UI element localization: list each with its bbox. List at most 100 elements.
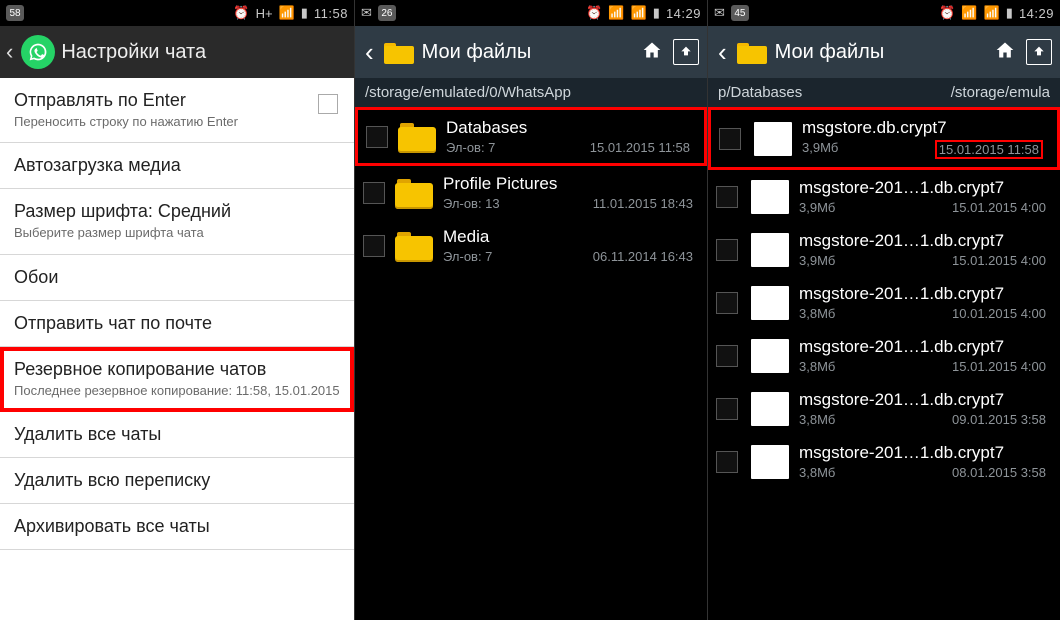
file-icon	[751, 339, 789, 373]
notification-badge: 58	[6, 5, 24, 21]
folder-row[interactable]: Profile Pictures Эл-ов: 1311.01.2015 18:4…	[355, 166, 707, 219]
file-name: msgstore.db.crypt7	[802, 118, 1043, 138]
alarm-icon: ⏰	[939, 5, 955, 21]
notification-badge: 45	[731, 5, 749, 21]
file-meta: msgstore-201…1.db.crypt73,8Мб08.01.2015 …	[799, 443, 1050, 480]
file-sub: Эл-ов: 1311.01.2015 18:43	[443, 196, 693, 211]
page-title: Настройки чата	[61, 41, 206, 64]
file-row[interactable]: msgstore-201…1.db.crypt73,9Мб15.01.2015 …	[708, 170, 1060, 223]
checkbox[interactable]	[716, 451, 738, 473]
file-sub: 3,9Мб15.01.2015 4:00	[799, 253, 1046, 268]
up-icon[interactable]	[673, 39, 699, 65]
file-row[interactable]: msgstore.db.crypt7 3,9Мб15.01.2015 11:58	[708, 107, 1060, 170]
file-name: Media	[443, 227, 693, 247]
battery-icon: ▮	[1006, 5, 1013, 21]
settings-item[interactable]: Архивировать все чаты	[0, 504, 354, 550]
path-bar: /storage/emulated/0/WhatsApp	[355, 78, 707, 107]
checkbox[interactable]	[716, 292, 738, 314]
file-date: 08.01.2015 3:58	[952, 465, 1046, 480]
file-date: 10.01.2015 4:00	[952, 306, 1046, 321]
file-date: 15.01.2015 11:58	[590, 140, 690, 155]
up-icon[interactable]	[1026, 39, 1052, 65]
alarm-icon: ⏰	[233, 5, 249, 21]
checkbox[interactable]	[716, 398, 738, 420]
checkbox[interactable]	[716, 186, 738, 208]
settings-item-title: Удалить всю переписку	[14, 470, 340, 491]
signal-icon: 📶	[279, 5, 295, 21]
checkbox[interactable]	[363, 182, 385, 204]
battery-icon: ▮	[653, 5, 660, 21]
settings-item[interactable]: Автозагрузка медиа	[0, 143, 354, 189]
clock: 14:29	[1019, 6, 1054, 21]
settings-item[interactable]: Удалить всю переписку	[0, 458, 354, 504]
status-bar: ✉ 45 ⏰ 📶 📶 ▮ 14:29	[708, 0, 1060, 26]
file-row[interactable]: msgstore-201…1.db.crypt7 3,9Мб15.01.2015 …	[708, 223, 1060, 276]
file-date: 06.11.2014 16:43	[593, 249, 693, 264]
page-title: Мои файлы	[775, 41, 984, 64]
file-icon	[751, 180, 789, 214]
battery-icon: ▮	[301, 5, 308, 21]
file-icon	[751, 392, 789, 426]
file-row[interactable]: msgstore-201…1.db.crypt7 3,8Мб 10.01.2015 …	[708, 276, 1060, 329]
folder-row[interactable]: Databases Эл-ов: 7 15.01.2015 11:58	[355, 107, 707, 166]
file-icon	[751, 233, 789, 267]
file-meta: msgstore-201…1.db.crypt7 3,9Мб15.01.2015 …	[799, 231, 1050, 268]
files-titlebar: ‹ Мои файлы	[708, 26, 1060, 78]
checkbox[interactable]	[318, 94, 338, 114]
file-size: 3,8Мб	[799, 306, 835, 321]
screen-myfiles-whatsapp: ✉ 26 ⏰ 📶 📶 ▮ 14:29 ‹ Мои файлы /storage/…	[354, 0, 707, 620]
file-sub: 3,8Мб09.01.2015 3:58	[799, 412, 1046, 427]
settings-item[interactable]: Обои	[0, 255, 354, 301]
file-date: 11.01.2015 18:43	[593, 196, 693, 211]
settings-item-title: Автозагрузка медиа	[14, 155, 340, 176]
folder-row[interactable]: Media Эл-ов: 706.11.2014 16:43	[355, 219, 707, 272]
clock: 14:29	[666, 6, 701, 21]
whatsapp-icon	[21, 35, 55, 69]
alarm-icon: ⏰	[586, 5, 602, 21]
file-size: Эл-ов: 7	[446, 140, 495, 155]
file-size: 3,9Мб	[799, 200, 835, 215]
file-sub: 3,8Мб 10.01.2015 4:00	[799, 306, 1046, 321]
status-bar: ✉ 26 ⏰ 📶 📶 ▮ 14:29	[355, 0, 707, 26]
file-date: 15.01.2015 11:58	[935, 140, 1043, 159]
settings-item[interactable]: Отправить чат по почте	[0, 301, 354, 347]
file-name: msgstore-201…1.db.crypt7	[799, 284, 1046, 304]
settings-item-title: Отправлять по Enter	[14, 90, 340, 111]
settings-item[interactable]: Резервное копирование чатовПоследнее рез…	[0, 347, 354, 412]
file-row[interactable]: msgstore-201…1.db.crypt73,8Мб08.01.2015 …	[708, 435, 1060, 488]
back-icon[interactable]: ‹	[716, 37, 729, 68]
folder-icon	[395, 230, 433, 262]
checkbox[interactable]	[366, 126, 388, 148]
folder-icon	[398, 121, 436, 153]
file-row[interactable]: msgstore-201…1.db.crypt73,8Мб15.01.2015 …	[708, 329, 1060, 382]
checkbox[interactable]	[716, 239, 738, 261]
settings-item[interactable]: Размер шрифта: СреднийВыберите размер шр…	[0, 189, 354, 254]
home-icon[interactable]	[992, 40, 1018, 65]
settings-item[interactable]: Удалить все чаты	[0, 412, 354, 458]
back-icon[interactable]: ‹	[363, 37, 376, 68]
file-meta: msgstore.db.crypt7 3,9Мб15.01.2015 11:58	[802, 118, 1047, 159]
path-right: /storage/emula	[951, 84, 1050, 101]
file-name: msgstore-201…1.db.crypt7	[799, 231, 1046, 251]
home-icon[interactable]	[639, 40, 665, 65]
notification-badge: 26	[378, 5, 396, 21]
checkbox[interactable]	[719, 128, 741, 150]
checkbox[interactable]	[363, 235, 385, 257]
file-name: msgstore-201…1.db.crypt7	[799, 443, 1046, 463]
screen-myfiles-databases: ✉ 45 ⏰ 📶 📶 ▮ 14:29 ‹ Мои файлы p/Databas…	[707, 0, 1060, 620]
file-sub: Эл-ов: 706.11.2014 16:43	[443, 249, 693, 264]
checkbox[interactable]	[716, 345, 738, 367]
back-icon[interactable]: ‹	[6, 39, 13, 65]
file-meta: Profile Pictures Эл-ов: 1311.01.2015 18:4…	[443, 174, 697, 211]
path-bar: p/Databases /storage/emula	[708, 78, 1060, 107]
file-name: Profile Pictures	[443, 174, 693, 194]
file-sub: 3,9Мб15.01.2015 11:58	[802, 140, 1043, 159]
network-icon: 📶	[608, 5, 624, 21]
signal-icon: 📶	[984, 5, 1000, 21]
file-row[interactable]: msgstore-201…1.db.crypt73,8Мб09.01.2015 …	[708, 382, 1060, 435]
folder-icon	[737, 40, 767, 64]
file-name: Databases	[446, 118, 690, 138]
file-sub: 3,9Мб15.01.2015 4:00	[799, 200, 1046, 215]
settings-item[interactable]: Отправлять по EnterПереносить строку по …	[0, 78, 354, 143]
file-meta: msgstore-201…1.db.crypt73,8Мб09.01.2015 …	[799, 390, 1050, 427]
